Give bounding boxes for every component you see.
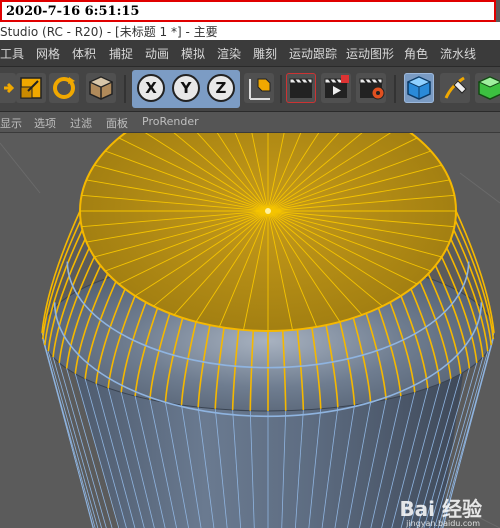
pen-tool-button[interactable] — [440, 73, 470, 103]
menu-snap[interactable]: 捕捉 — [109, 45, 133, 62]
cylinder-mesh-render — [0, 133, 500, 528]
timestamp-text: 2020-7-16 6:51:15 — [6, 4, 140, 19]
timestamp-box: 2020-7-16 6:51:15 — [0, 0, 496, 22]
move-icon — [4, 82, 15, 94]
scale-icon — [20, 77, 42, 99]
green-cube-icon — [477, 76, 500, 100]
3d-viewport[interactable]: Bai 经验 jingyan.baidu.com — [0, 133, 500, 528]
menu-render[interactable]: 渲染 — [217, 45, 241, 62]
rotate-icon — [53, 77, 75, 99]
viewport-menu: 显示 选项 过滤 面板 ProRender — [0, 112, 500, 133]
cap-center — [265, 208, 271, 214]
viewport-menu-filter[interactable]: 过滤 — [70, 115, 92, 131]
axis-z-button[interactable]: Z — [207, 74, 235, 102]
subdivision-button[interactable] — [475, 73, 500, 103]
render-view-button[interactable] — [286, 73, 316, 103]
viewport-menu-panel[interactable]: 面板 — [106, 115, 128, 131]
window-title: Studio (RC - R20) - [未标题 1 *] - 主要 — [0, 25, 218, 39]
menu-simulate[interactable]: 模拟 — [181, 45, 205, 62]
move-tool-button[interactable] — [0, 73, 16, 103]
baidu-watermark: Bai 经验 — [399, 497, 482, 521]
model-mode-button[interactable] — [86, 73, 116, 103]
axis-y-label: Y — [180, 79, 192, 97]
axis-z-label: Z — [215, 79, 227, 97]
render-picture-viewer-button[interactable] — [321, 73, 351, 103]
blue-cube-icon — [406, 76, 432, 100]
menu-volume[interactable]: 体积 — [72, 45, 96, 62]
baidu-watermark-url: jingyan.baidu.com — [406, 519, 480, 528]
title-bar: Studio (RC - R20) - [未标题 1 *] - 主要 — [0, 22, 500, 40]
toolbar-separator — [394, 75, 396, 103]
menu-animate[interactable]: 动画 — [145, 45, 169, 62]
clapper-icon — [289, 78, 313, 98]
menu-bar: 工具 网格 体积 捕捉 动画 模拟 渲染 雕刻 运动跟踪 运动图形 角色 流水线 — [0, 40, 500, 67]
render-settings-button[interactable] — [356, 73, 386, 103]
axis-x-button[interactable]: X — [137, 74, 165, 102]
menu-mesh[interactable]: 网格 — [36, 45, 60, 62]
cube-object-button[interactable] — [404, 73, 434, 103]
toolbar-separator — [280, 75, 282, 103]
coordinate-system-button[interactable] — [244, 73, 274, 103]
viewport-menu-prorender[interactable]: ProRender — [142, 115, 199, 128]
menu-pipeline[interactable]: 流水线 — [440, 45, 476, 62]
menu-tools[interactable]: 工具 — [0, 45, 24, 62]
clapper-play-icon — [324, 75, 349, 98]
viewport-menu-options[interactable]: 选项 — [34, 115, 56, 131]
axis-x-label: X — [145, 79, 157, 97]
scale-tool-button[interactable] — [16, 73, 46, 103]
rotate-tool-button[interactable] — [49, 73, 79, 103]
cube-icon — [88, 76, 114, 100]
menu-mograph[interactable]: 运动图形 — [346, 45, 394, 62]
menu-motion-tracking[interactable]: 运动跟踪 — [289, 45, 337, 62]
viewport-menu-display[interactable]: 显示 — [0, 115, 22, 131]
pen-icon — [444, 76, 467, 99]
menu-sculpt[interactable]: 雕刻 — [253, 45, 277, 62]
axis-y-button[interactable]: Y — [172, 74, 200, 102]
menu-character[interactable]: 角色 — [404, 45, 428, 62]
coordinate-icon — [249, 78, 271, 100]
toolbar-separator — [124, 75, 126, 103]
clapper-gear-icon — [359, 78, 385, 100]
toolbar: X Y Z — [0, 67, 500, 112]
